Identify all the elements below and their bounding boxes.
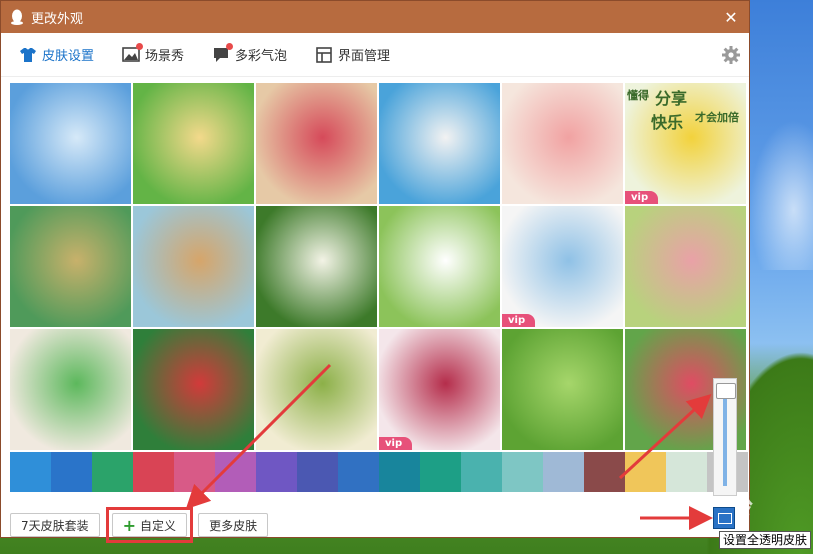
skin-thumbnail-park-bench[interactable] [10,206,131,327]
skin-thumbnail-white-blossom[interactable] [256,206,377,327]
color-swatch-12[interactable] [502,452,543,492]
color-swatch-8[interactable] [338,452,379,492]
color-swatch-6[interactable] [256,452,297,492]
transparency-slider[interactable] [713,378,737,496]
skin-thumbnail-bicycle-field[interactable] [133,206,254,327]
color-swatch-4[interactable] [174,452,215,492]
skin-thumbnail-share-happiness[interactable]: 分享快乐 才会加倍 懂得 vip [625,83,746,204]
slider-track-fill [723,399,727,486]
seven-day-skin-button[interactable]: 7天皮肤套装 [10,513,100,537]
layout-grid-icon [315,46,333,64]
vip-badge: vip [379,437,413,450]
skin-caption: 懂得 [627,89,649,102]
skin-thumbnail-bird-branch[interactable] [256,329,377,450]
skin-thumbnail-blue-ribbon[interactable]: vip [502,206,623,327]
color-swatch-row [10,452,748,492]
skin-caption: 快乐 [651,113,684,132]
skin-thumbnail-butterfly[interactable]: vip [379,329,500,450]
notification-dot [136,42,144,50]
qq-penguin-icon [9,9,25,25]
gear-icon[interactable] [721,45,741,65]
close-button[interactable]: ✕ [721,8,741,27]
more-skins-button[interactable]: 更多皮肤 [198,513,269,537]
plus-icon: + [122,515,137,535]
color-swatch-15[interactable] [625,452,666,492]
title-bar[interactable]: 更改外观 ✕ [1,1,749,33]
custom-highlight-box: + 自定义 [105,507,194,543]
color-swatch-11[interactable] [461,452,502,492]
tab-colorful-bubbles[interactable]: 多彩气泡 [212,42,288,64]
notification-dot [226,42,234,50]
tab-skin-settings[interactable]: 皮肤设置 [19,45,94,64]
tab-bar: 皮肤设置 场景秀 多彩气泡 界面管理 [1,33,749,77]
color-swatch-10[interactable] [420,452,461,492]
skin-caption: 才会加倍 [695,111,739,124]
color-swatch-5[interactable] [215,452,256,492]
chat-bubble-icon [212,42,234,64]
skin-thumbnail-flower-vase[interactable] [133,329,254,450]
color-swatch-2[interactable] [92,452,133,492]
skin-thumbnail-flower-shop[interactable] [133,83,254,204]
custom-button-label: 自定义 [140,518,177,533]
skin-caption: 分享 [655,89,688,108]
skin-thumbnail-white-stairs[interactable] [379,83,500,204]
color-swatch-7[interactable] [297,452,338,492]
color-swatch-1[interactable] [51,452,92,492]
color-swatch-3[interactable] [133,452,174,492]
bottom-toolbar: 7天皮肤套装 + 自定义 更多皮肤 [10,507,278,543]
vip-badge: vip [502,314,536,327]
skin-thumbnail-sky-clouds[interactable] [10,83,131,204]
skin-thumbnail-garden-door[interactable] [256,83,377,204]
color-swatch-9[interactable] [379,452,420,492]
tab-label: 皮肤设置 [42,49,95,64]
skin-thumbnail-white-cosmos[interactable] [379,206,500,327]
color-swatch-13[interactable] [543,452,584,492]
appearance-window: 更改外观 ✕ 皮肤设置 场景秀 多彩气泡 界面管理 分享 快乐 才会加倍 懂得 … [0,0,750,543]
skin-thumbnail-pink-blossom[interactable] [502,83,623,204]
tab-label: 界面管理 [338,49,391,64]
tab-label: 多彩气泡 [235,49,288,64]
color-swatch-16[interactable] [666,452,707,492]
skin-thumbnail-green-leaf[interactable] [10,329,131,450]
desktop-cloud [749,120,813,270]
tooltip: 设置全透明皮肤 [719,531,812,549]
slider-knob[interactable] [716,383,736,399]
color-swatch-0[interactable] [10,452,51,492]
skin-thumbnail-green-sprout[interactable] [502,329,623,450]
tab-scene-show[interactable]: 场景秀 [122,42,185,64]
tshirt-icon [19,46,37,64]
window-title: 更改外观 [31,11,84,27]
vip-badge: vip [625,191,659,204]
color-swatch-14[interactable] [584,452,625,492]
tab-label: 场景秀 [145,49,185,64]
tab-interface-management[interactable]: 界面管理 [315,45,390,64]
picture-icon [122,42,144,64]
skin-grid: 分享快乐 才会加倍 懂得 vip vip vip [10,83,748,450]
skin-thumbnail-window-garden[interactable] [625,206,746,327]
full-transparent-skin-button[interactable] [713,507,735,529]
custom-skin-button[interactable]: + 自定义 [111,513,188,537]
